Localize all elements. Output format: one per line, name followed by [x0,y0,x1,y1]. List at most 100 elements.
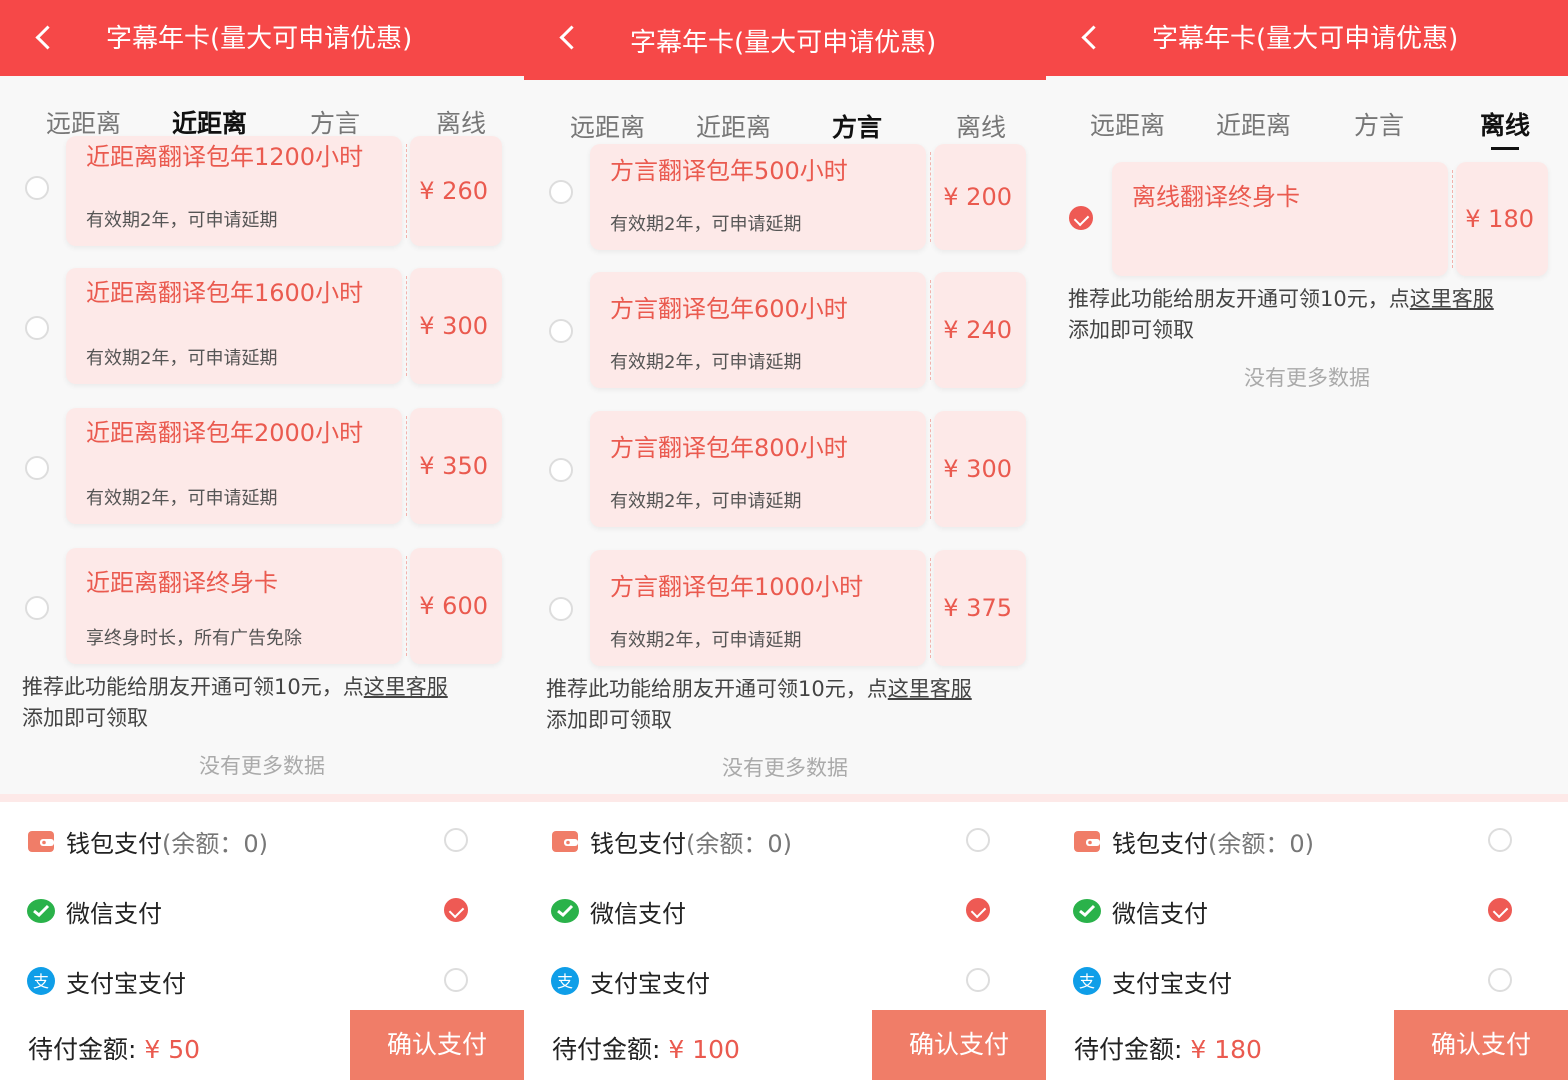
customer-service-link[interactable]: 这里客服 [364,675,448,699]
tab-long-distance[interactable]: 远距离 [46,104,121,140]
screens: 字幕年卡(量大可申请优惠) 远距离 近距离 方言 离线 近距离翻译包年1200小… [0,0,1568,1080]
payment-wallet[interactable]: 钱包支付(余额：0) [550,812,1006,872]
package-radio[interactable] [25,176,49,200]
wallet-icon [552,831,578,852]
package-card[interactable]: 方言翻译包年800小时 有效期2年，可申请延期 ¥ 300 [590,411,1026,527]
payment-wechat[interactable]: 微信支付 [26,882,484,942]
back-arrow-icon[interactable] [30,22,60,52]
package-desc: 有效期2年，可申请延期 [610,352,802,373]
tab-short-distance[interactable]: 近距离 [172,104,247,140]
confirm-pay-button[interactable]: 确认支付 [350,1010,524,1080]
package-price: ¥ 300 [943,455,1012,483]
tab-dialect[interactable]: 方言 [832,108,882,144]
alipay-icon: 支 [551,967,579,995]
svg-text:支: 支 [33,972,49,991]
package-card[interactable]: 方言翻译包年1000小时 有效期2年，可申请延期 ¥ 375 [590,550,1026,666]
package-card[interactable]: 方言翻译包年600小时 有效期2年，可申请延期 ¥ 240 [590,272,1026,388]
alipay-icon: 支 [27,967,55,995]
package-desc: 有效期2年，可申请延期 [86,210,278,231]
package-radio-checked[interactable] [1069,206,1093,230]
svg-text:支: 支 [557,972,573,991]
tab-dialect[interactable]: 方言 [310,104,360,140]
package-name: 方言翻译包年600小时 [610,295,848,323]
tab-offline[interactable]: 离线 [956,108,1006,144]
package-radio[interactable] [549,180,573,204]
package-desc: 有效期2年，可申请延期 [610,630,802,651]
package-card[interactable]: 离线翻译终身卡 ¥ 180 [1112,162,1548,276]
back-arrow-icon[interactable] [554,22,584,52]
payment-radio[interactable] [1488,968,1512,992]
package-name: 近距离翻译终身卡 [86,569,278,597]
payment-wechat[interactable]: 微信支付 [550,882,1006,942]
package-card[interactable]: 方言翻译包年500小时 有效期2年，可申请延期 ¥ 200 [590,144,1026,250]
back-arrow-icon[interactable] [1076,22,1106,52]
tab-short-distance[interactable]: 近距离 [1216,106,1291,142]
tab-bar: 远距离 近距离 方言 离线 [524,100,1046,148]
screen-2: 字幕年卡(量大可申请优惠) 远距离 近距离 方言 离线 方言翻译包年500小时 … [524,0,1046,1080]
payment-alipay[interactable]: 支 支付宝支付 [1072,952,1528,1012]
package-desc: 有效期2年，可申请延期 [610,214,802,235]
package-desc: 有效期2年，可申请延期 [610,491,802,512]
package-desc: 有效期2年，可申请延期 [86,348,278,369]
package-name: 近距离翻译包年1200小时 [86,143,364,171]
package-radio[interactable] [25,456,49,480]
confirm-pay-button[interactable]: 确认支付 [1394,1010,1568,1080]
payment-radio[interactable] [966,968,990,992]
svg-text:支: 支 [1079,972,1095,991]
payment-alipay[interactable]: 支 支付宝支付 [26,952,484,1012]
payment-radio[interactable] [966,828,990,852]
payment-radio[interactable] [444,828,468,852]
package-price: ¥ 260 [419,177,488,205]
package-desc: 享终身时长，所有广告免除 [86,628,302,649]
payment-radio[interactable] [1488,828,1512,852]
package-price: ¥ 350 [419,452,488,480]
payment-radio-checked[interactable] [966,898,990,922]
package-radio[interactable] [549,597,573,621]
screen-1: 字幕年卡(量大可申请优惠) 远距离 近距离 方言 离线 近距离翻译包年1200小… [0,0,524,1080]
package-name: 方言翻译包年800小时 [610,434,848,462]
package-card[interactable]: 近距离翻译包年1200小时 有效期2年，可申请延期 ¥ 260 [66,136,502,246]
payment-methods: 钱包支付(余额：0) 微信支付 支 支付宝支付 [524,794,1046,1010]
tab-offline[interactable]: 离线 [436,104,486,140]
amount-due: 待付金额: ¥ 180 [1074,1035,1262,1064]
package-card[interactable]: 近距离翻译包年2000小时 有效期2年，可申请延期 ¥ 350 [66,408,502,524]
payment-radio-checked[interactable] [444,898,468,922]
tab-dialect[interactable]: 方言 [1354,106,1404,142]
payment-wallet[interactable]: 钱包支付(余额：0) [1072,812,1528,872]
customer-service-link[interactable]: 这里客服 [1410,287,1494,311]
payment-wallet[interactable]: 钱包支付(余额：0) [26,812,484,872]
wallet-icon [28,831,54,852]
footer-bar: 待付金额: ¥ 50 确认支付 [0,1010,524,1080]
package-price: ¥ 180 [1465,205,1534,233]
payment-radio[interactable] [444,968,468,992]
payment-wechat[interactable]: 微信支付 [1072,882,1528,942]
package-name: 方言翻译包年1000小时 [610,573,864,601]
header: 字幕年卡(量大可申请优惠) [0,0,524,76]
footer-bar: 待付金额: ¥ 180 确认支付 [1046,1010,1568,1080]
package-radio[interactable] [549,319,573,343]
no-more-data: 没有更多数据 [722,756,848,780]
wechat-pay-icon [551,899,579,923]
customer-service-link[interactable]: 这里客服 [888,677,972,701]
tab-long-distance[interactable]: 远距离 [1090,106,1165,142]
tab-long-distance[interactable]: 远距离 [570,108,645,144]
package-radio[interactable] [25,316,49,340]
package-card[interactable]: 近距离翻译终身卡 享终身时长，所有广告免除 ¥ 600 [66,548,502,664]
payment-methods: 钱包支付(余额：0) 微信支付 支 支付宝支付 [1046,794,1568,1010]
page-title: 字幕年卡(量大可申请优惠) [106,24,413,54]
package-radio[interactable] [25,596,49,620]
header: 字幕年卡(量大可申请优惠) [1046,0,1568,76]
package-price: ¥ 240 [943,316,1012,344]
payment-methods: 钱包支付(余额：0) 微信支付 支 支付宝支付 [0,794,524,1010]
tab-offline[interactable]: 离线 [1480,106,1530,142]
payment-radio-checked[interactable] [1488,898,1512,922]
payment-alipay[interactable]: 支 支付宝支付 [550,952,1006,1012]
footer-bar: 待付金额: ¥ 100 确认支付 [524,1010,1046,1080]
package-card[interactable]: 近距离翻译包年1600小时 有效期2年，可申请延期 ¥ 300 [66,268,502,384]
tab-short-distance[interactable]: 近距离 [696,108,771,144]
page-title: 字幕年卡(量大可申请优惠) [1152,24,1459,54]
package-radio[interactable] [549,458,573,482]
amount-due: 待付金额: ¥ 100 [552,1035,740,1064]
confirm-pay-button[interactable]: 确认支付 [872,1010,1046,1080]
no-more-data: 没有更多数据 [1244,366,1370,390]
